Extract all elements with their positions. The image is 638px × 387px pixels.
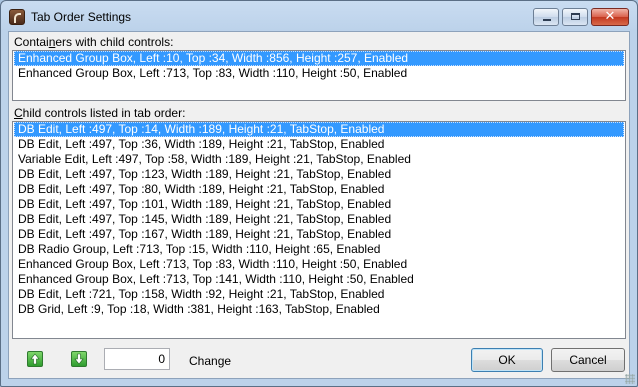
container-list-item[interactable]: Enhanced Group Box, Left :10, Top :34, W… <box>14 51 624 66</box>
dialog-window: Tab Order Settings ✕ Containers with chi… <box>0 0 638 387</box>
child-control-list-item[interactable]: DB Grid, Left :9, Top :18, Width :381, H… <box>14 302 624 317</box>
child-control-list-item[interactable]: Variable Edit, Left :497, Top :58, Width… <box>14 152 624 167</box>
dialog-client-area: Containers with child controls: Enhanced… <box>8 31 630 379</box>
ok-button[interactable]: OK <box>471 348 543 372</box>
child-control-list-item[interactable]: Enhanced Group Box, Left :713, Top :141,… <box>14 272 624 287</box>
child-control-list-item[interactable]: DB Radio Group, Left :713, Top :15, Widt… <box>14 242 624 257</box>
arrow-up-icon <box>30 353 40 365</box>
maximize-icon <box>571 13 580 20</box>
child-controls-listbox[interactable]: DB Edit, Left :497, Top :14, Width :189,… <box>12 121 626 339</box>
child-controls-label: Child controls listed in tab order: <box>14 106 186 120</box>
child-control-list-item[interactable]: DB Edit, Left :497, Top :14, Width :189,… <box>14 122 624 137</box>
window-title: Tab Order Settings <box>31 10 132 24</box>
child-control-list-item[interactable]: DB Edit, Left :497, Top :123, Width :189… <box>14 167 624 182</box>
child-control-list-item[interactable]: DB Edit, Left :497, Top :167, Width :189… <box>14 227 624 242</box>
splitter[interactable] <box>9 102 629 105</box>
child-control-list-item[interactable]: DB Edit, Left :721, Top :158, Width :92,… <box>14 287 624 302</box>
move-up-button[interactable] <box>27 351 43 367</box>
containers-listbox[interactable]: Enhanced Group Box, Left :10, Top :34, W… <box>12 50 626 101</box>
app-icon <box>9 9 25 25</box>
position-input[interactable]: 0 <box>104 348 170 370</box>
move-down-button[interactable] <box>71 351 87 367</box>
minimize-icon <box>543 19 551 21</box>
close-button[interactable]: ✕ <box>591 8 629 26</box>
child-control-list-item[interactable]: DB Edit, Left :497, Top :36, Width :189,… <box>14 137 624 152</box>
containers-label: Containers with child controls: <box>14 35 174 49</box>
maximize-button[interactable] <box>562 8 588 26</box>
child-control-list-item[interactable]: DB Edit, Left :497, Top :101, Width :189… <box>14 197 624 212</box>
child-control-list-item[interactable]: DB Edit, Left :497, Top :145, Width :189… <box>14 212 624 227</box>
minimize-button[interactable] <box>533 8 559 26</box>
child-control-list-item[interactable]: Enhanced Group Box, Left :713, Top :83, … <box>14 257 624 272</box>
container-list-item[interactable]: Enhanced Group Box, Left :713, Top :83, … <box>14 66 624 81</box>
child-control-list-item[interactable]: DB Edit, Left :497, Top :80, Width :189,… <box>14 182 624 197</box>
title-bar[interactable]: Tab Order Settings ✕ <box>1 1 637 31</box>
cancel-button[interactable]: Cancel <box>551 348 625 372</box>
close-icon: ✕ <box>604 9 616 24</box>
resize-grip[interactable] <box>625 374 635 384</box>
change-label: Change <box>189 354 232 368</box>
arrow-down-icon <box>74 353 84 365</box>
